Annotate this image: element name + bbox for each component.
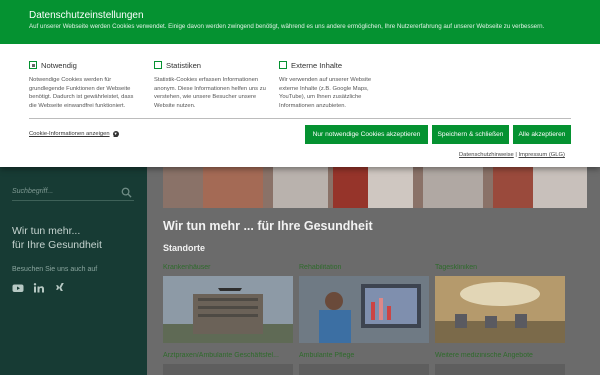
card-ambulante-pflege[interactable]: Ambulante Pflege bbox=[299, 352, 429, 375]
card-arztpraxen[interactable]: Arztpraxen/Ambulante Geschäftsfel... bbox=[163, 352, 293, 375]
card-weitere-angebote[interactable]: Weitere medizinische Angebote bbox=[435, 352, 565, 375]
consent-header: Datenschutzeinstellungen Auf unserer Web… bbox=[0, 0, 600, 44]
checkbox-externe-inhalte[interactable] bbox=[279, 61, 287, 69]
card-title[interactable]: Rehabilitation bbox=[299, 264, 429, 276]
divider bbox=[29, 118, 571, 119]
social-label: Besuchen Sie uns auch auf bbox=[12, 266, 98, 273]
option-description: Wir verwenden auf unserer Website extern… bbox=[279, 77, 372, 109]
card-image-rehab[interactable] bbox=[299, 276, 429, 343]
option-label[interactable]: Statistiken bbox=[166, 61, 201, 70]
consent-title: Datenschutzeinstellungen bbox=[29, 10, 144, 21]
search-field[interactable]: Suchbegriff... bbox=[12, 187, 134, 201]
location-cards-row-2: Arztpraxen/Ambulante Geschäftsfel... Amb… bbox=[163, 352, 587, 375]
option-label[interactable]: Notwendig bbox=[41, 61, 77, 70]
checkbox-statistiken[interactable] bbox=[154, 61, 162, 69]
page-heading: Wir tun mehr ... für Ihre Gesundheit bbox=[163, 219, 373, 233]
option-notwendig: Notwendig Notwendige Cookies werden für … bbox=[29, 60, 141, 110]
imprint-link[interactable]: Impressum (GLG) bbox=[519, 152, 565, 158]
card-title[interactable]: Tageskliniken bbox=[435, 264, 565, 276]
save-close-button[interactable]: Speichern & schließen bbox=[432, 125, 509, 144]
footer-separator: | bbox=[515, 152, 517, 158]
consent-subtitle: Auf unserer Webseite werden Cookies verw… bbox=[29, 23, 545, 30]
card-title[interactable]: Krankenhäuser bbox=[163, 264, 293, 276]
tagline-line-1: Wir tun mehr... bbox=[12, 225, 81, 237]
section-heading: Standorte bbox=[163, 243, 206, 253]
option-label[interactable]: Externe Inhalte bbox=[291, 61, 342, 70]
option-description: Statistik-Cookies erfassen Informationen… bbox=[154, 77, 266, 109]
card-title[interactable]: Ambulante Pflege bbox=[299, 352, 429, 364]
card-title[interactable]: Arztpraxen/Ambulante Geschäftsfel... bbox=[163, 352, 293, 364]
linkedin-icon[interactable] bbox=[33, 281, 45, 293]
checkbox-notwendig[interactable] bbox=[29, 61, 37, 69]
xing-icon[interactable] bbox=[54, 281, 66, 293]
cookie-consent-banner: Datenschutzeinstellungen Auf unserer Web… bbox=[0, 0, 600, 167]
option-externe-inhalte: Externe Inhalte Wir verwenden auf unsere… bbox=[279, 60, 391, 110]
card-image-hospital[interactable] bbox=[163, 276, 293, 343]
chevron-down-icon[interactable]: ▼ bbox=[112, 131, 119, 137]
cookie-info-link-label[interactable]: Cookie-Informationen anzeigen bbox=[29, 131, 110, 137]
card-rehabilitation[interactable]: Rehabilitation bbox=[299, 264, 429, 343]
card-image[interactable] bbox=[435, 364, 565, 375]
sidebar-tagline: Wir tun mehr... für Ihre Gesundheit bbox=[12, 224, 142, 252]
card-image-daycare[interactable] bbox=[435, 276, 565, 343]
search-icon[interactable] bbox=[121, 187, 132, 198]
option-description: Notwendige Cookies werden für grundlegen… bbox=[29, 77, 134, 109]
tagline-line-2: für Ihre Gesundheit bbox=[12, 239, 102, 251]
search-placeholder[interactable]: Suchbegriff... bbox=[12, 188, 53, 195]
privacy-link[interactable]: Datenschutzhinweise bbox=[459, 152, 514, 158]
accept-all-button[interactable]: Alle akzeptieren bbox=[513, 125, 571, 144]
accept-necessary-button[interactable]: Nur notwendige Cookies akzeptieren bbox=[305, 125, 428, 144]
card-krankenhaeuser[interactable]: Krankenhäuser bbox=[163, 264, 293, 343]
card-image[interactable] bbox=[163, 364, 293, 375]
option-statistiken: Statistiken Statistik-Cookies erfassen I… bbox=[154, 60, 266, 110]
card-image[interactable] bbox=[299, 364, 429, 375]
card-tageskliniken[interactable]: Tageskliniken bbox=[435, 264, 565, 343]
consent-footer-links: Datenschutzhinweise | Impressum (GLG) bbox=[459, 152, 565, 158]
cookie-info-link[interactable]: Cookie-Informationen anzeigen ▼ bbox=[29, 131, 119, 137]
social-links bbox=[12, 281, 66, 293]
card-title[interactable]: Weitere medizinische Angebote bbox=[435, 352, 565, 364]
location-cards-row: Krankenhäuser Rehabilitation Tagesklinik… bbox=[163, 264, 587, 343]
youtube-icon[interactable] bbox=[12, 281, 24, 293]
